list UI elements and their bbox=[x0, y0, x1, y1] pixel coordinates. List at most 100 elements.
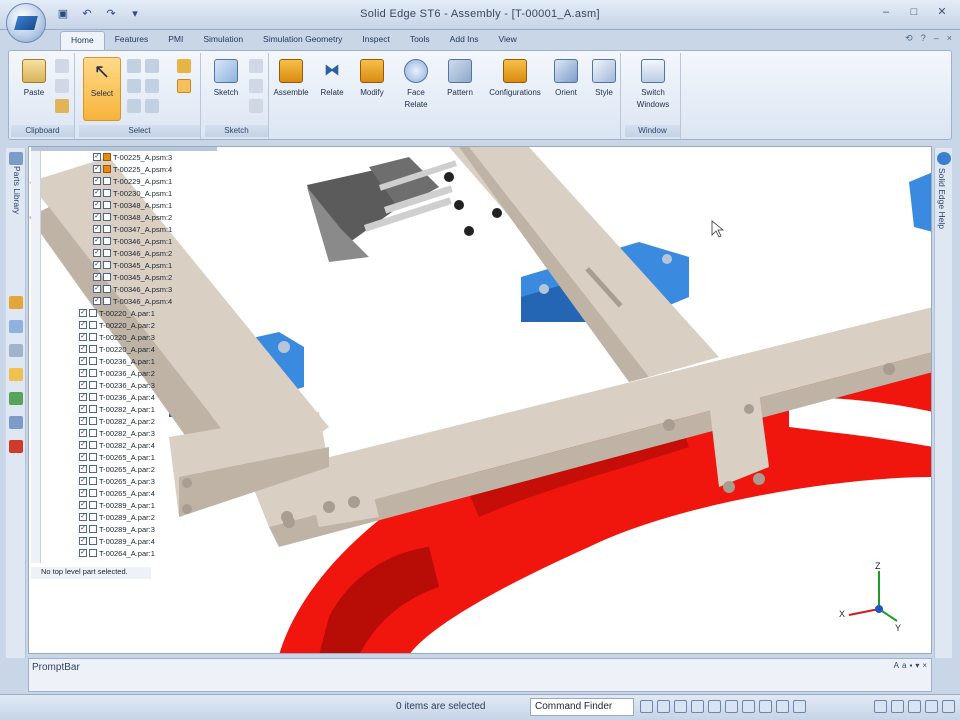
tree-item[interactable]: ✓ T-00225_A.psm:3 bbox=[93, 151, 172, 163]
tree-item[interactable]: ✓ T-00220_A.par:1 bbox=[79, 307, 155, 319]
tree-item[interactable]: ✓ T-00282_A.par:4 bbox=[79, 439, 155, 451]
fit-icon[interactable] bbox=[674, 700, 687, 713]
orient-button[interactable]: Orient bbox=[547, 57, 585, 123]
tree-item[interactable]: ✓ T-00345_A.psm:1 bbox=[93, 259, 172, 271]
tree-item-checkbox[interactable]: ✓ bbox=[93, 201, 101, 209]
tree-item-checkbox[interactable]: ✓ bbox=[93, 261, 101, 269]
tree-item[interactable]: ✓ T-00346_A.psm:1 bbox=[93, 235, 172, 247]
format-painter-icon[interactable] bbox=[55, 99, 69, 113]
zoom-icon[interactable] bbox=[657, 700, 670, 713]
view-triad[interactable]: Z X Y bbox=[835, 559, 905, 635]
help-icon-round[interactable] bbox=[937, 152, 951, 165]
tree-item-checkbox[interactable]: ✓ bbox=[79, 549, 87, 557]
select-tool-icon-4[interactable] bbox=[127, 99, 141, 113]
tree-item[interactable]: ✓ T-00347_A.psm:1 bbox=[93, 223, 172, 235]
tree-item-checkbox[interactable]: ✓ bbox=[93, 225, 101, 233]
filter-icon[interactable] bbox=[127, 79, 141, 93]
tree-item-checkbox[interactable]: ✓ bbox=[79, 501, 87, 509]
sensors-icon[interactable] bbox=[9, 344, 23, 357]
tree-item-checkbox[interactable]: ✓ bbox=[79, 333, 87, 341]
pin-icon[interactable]: ▾ bbox=[915, 661, 919, 670]
display-icon-1[interactable] bbox=[874, 700, 887, 713]
shaded-view-icon[interactable] bbox=[742, 700, 755, 713]
configurations-button[interactable]: Configurations bbox=[485, 57, 545, 123]
tree-scrollbar[interactable] bbox=[31, 151, 41, 563]
tree-item[interactable]: ✓ T-00289_A.par:1 bbox=[79, 499, 155, 511]
rotate-icon[interactable] bbox=[708, 700, 721, 713]
tree-item[interactable]: ✓ T-00220_A.par:2 bbox=[79, 319, 155, 331]
tree-item[interactable]: ✓ T-00265_A.par:3 bbox=[79, 475, 155, 487]
feature-library-icon[interactable] bbox=[9, 392, 23, 405]
close-button[interactable]: ✕ bbox=[932, 4, 952, 20]
pan-icon[interactable] bbox=[691, 700, 704, 713]
promptbar-close-icon[interactable]: × bbox=[922, 661, 927, 670]
tree-item[interactable]: ✓ T-00236_A.par:2 bbox=[79, 367, 155, 379]
assemble-button[interactable]: Assemble bbox=[271, 57, 311, 123]
tree-item-checkbox[interactable]: ✓ bbox=[93, 213, 101, 221]
tree-item-checkbox[interactable]: ✓ bbox=[79, 345, 87, 353]
tree-item-checkbox[interactable]: ✓ bbox=[79, 477, 87, 485]
tree-item-checkbox[interactable]: ✓ bbox=[93, 297, 101, 305]
tree-item-checkbox[interactable]: ✓ bbox=[79, 357, 87, 365]
alerts-icon[interactable] bbox=[9, 416, 23, 429]
tree-item-checkbox[interactable]: ✓ bbox=[79, 453, 87, 461]
pathfinder-icon[interactable] bbox=[9, 296, 23, 309]
tab-tools[interactable]: Tools bbox=[400, 31, 440, 51]
modify-button[interactable]: Modify bbox=[353, 57, 391, 123]
parts-library-icon[interactable] bbox=[9, 152, 23, 165]
tree-item-checkbox[interactable]: ✓ bbox=[93, 189, 101, 197]
tree-item[interactable]: ✓ T-00236_A.par:3 bbox=[79, 379, 155, 391]
display-icon-3[interactable] bbox=[908, 700, 921, 713]
tree-item[interactable]: ✓ T-00289_A.par:3 bbox=[79, 523, 155, 535]
tree-item-checkbox[interactable]: ✓ bbox=[93, 165, 101, 173]
copy-icon[interactable] bbox=[55, 79, 69, 93]
tree-item[interactable]: ✓ T-00282_A.par:1 bbox=[79, 403, 155, 415]
tree-item-checkbox[interactable]: ✓ bbox=[79, 381, 87, 389]
layers-icon[interactable] bbox=[9, 320, 23, 333]
graphics-window[interactable]: ✓ T-00225_A.psm:3 ✓ T-00225_A.psm:4 ✓ T-00229… bbox=[28, 146, 932, 654]
tree-item-checkbox[interactable]: ✓ bbox=[79, 441, 87, 449]
select-button[interactable]: ↖ Select bbox=[83, 57, 121, 121]
tree-item-checkbox[interactable]: ✓ bbox=[79, 525, 87, 533]
tab-home[interactable]: Home bbox=[60, 31, 105, 51]
tree-item[interactable]: ✓ T-00236_A.par:1 bbox=[79, 355, 155, 367]
tree-item[interactable]: ✓ T-00265_A.par:1 bbox=[79, 451, 155, 463]
tree-item[interactable]: ✓ T-00282_A.par:2 bbox=[79, 415, 155, 427]
tree-item-checkbox[interactable]: ✓ bbox=[93, 249, 101, 257]
face-relate-button[interactable]: Face Relate bbox=[397, 57, 435, 123]
paste-button[interactable]: Paste bbox=[15, 57, 53, 123]
display-icon-2[interactable] bbox=[891, 700, 904, 713]
tree-item-checkbox[interactable]: ✓ bbox=[79, 465, 87, 473]
select-tool-icon-1[interactable] bbox=[127, 59, 141, 73]
tree-item[interactable]: ✓ T-00229_A.psm:1 bbox=[93, 175, 172, 187]
blue-bracket-right[interactable] bbox=[909, 172, 932, 232]
tree-item-checkbox[interactable]: ✓ bbox=[79, 405, 87, 413]
tree-item[interactable]: ✓ T-00346_A.psm:3 bbox=[93, 283, 172, 295]
reports-icon[interactable] bbox=[9, 368, 23, 381]
display-icon-4[interactable] bbox=[925, 700, 938, 713]
doc-close-button[interactable]: × bbox=[947, 33, 952, 44]
tree-item[interactable]: ✓ T-00348_A.psm:1 bbox=[93, 199, 172, 211]
tree-item-checkbox[interactable]: ✓ bbox=[79, 321, 87, 329]
sketch-tool-icon-3[interactable] bbox=[249, 99, 263, 113]
youtube-icon[interactable] bbox=[9, 440, 23, 453]
tree-item-checkbox[interactable]: ✓ bbox=[93, 153, 101, 161]
tree-item[interactable]: ✓ T-00345_A.psm:2 bbox=[93, 271, 172, 283]
application-button[interactable] bbox=[6, 3, 46, 43]
pattern-button[interactable]: Pattern bbox=[441, 57, 479, 123]
help-icon[interactable]: ? bbox=[921, 33, 926, 44]
tree-item-checkbox[interactable]: ✓ bbox=[93, 237, 101, 245]
parts-library-tab[interactable]: Parts Library bbox=[8, 166, 22, 214]
tree-item-checkbox[interactable]: ✓ bbox=[79, 513, 87, 521]
tab-inspect[interactable]: Inspect bbox=[352, 31, 399, 51]
style-button[interactable]: Style bbox=[585, 57, 623, 123]
tree-item[interactable]: ✓ T-00265_A.par:2 bbox=[79, 463, 155, 475]
tree-item-checkbox[interactable]: ✓ bbox=[79, 369, 87, 377]
select-tool-icon-6[interactable] bbox=[177, 59, 191, 73]
tree-item-checkbox[interactable]: ✓ bbox=[93, 273, 101, 281]
tree-item-checkbox[interactable]: ✓ bbox=[79, 309, 87, 317]
select-tool-icon-5[interactable] bbox=[145, 99, 159, 113]
frame-mount-center[interactable] bbox=[709, 392, 769, 493]
tree-item[interactable]: ✓ T-00265_A.par:4 bbox=[79, 487, 155, 499]
relate-button[interactable]: ⧓ Relate bbox=[313, 57, 351, 123]
